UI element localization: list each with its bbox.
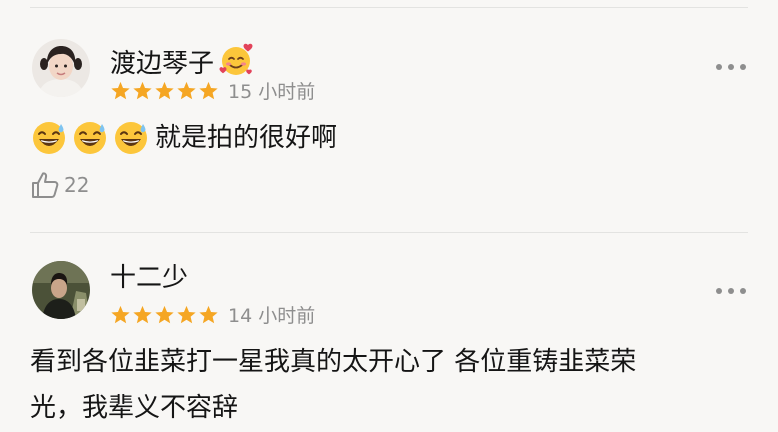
star-icon <box>154 305 175 325</box>
star-icon <box>132 81 153 101</box>
rating-stars <box>110 81 219 101</box>
sweat-smile-icon <box>30 119 68 157</box>
more-options-button[interactable] <box>716 286 746 296</box>
dot <box>740 288 746 294</box>
star-icon <box>176 81 197 101</box>
review-item: 十二少 14 小时前 看到各位韭菜打一星我真的太开心了 各位重铸韭菜荣 光，我辈… <box>0 232 778 423</box>
star-icon <box>110 81 131 101</box>
star-icon <box>154 81 175 101</box>
thumbs-up-icon <box>30 170 60 200</box>
star-icon <box>198 81 219 101</box>
review-content: 就是拍的很好啊 <box>30 118 337 158</box>
dot <box>716 288 722 294</box>
avatar[interactable] <box>32 261 90 319</box>
review-time: 14 小时前 <box>228 305 316 327</box>
like-button[interactable]: 22 <box>30 170 89 200</box>
username[interactable]: 十二少 <box>110 262 188 294</box>
star-icon <box>110 305 131 325</box>
dot <box>728 288 734 294</box>
review-text: 就是拍的很好啊 <box>155 123 338 153</box>
sweat-smile-icon <box>71 119 109 157</box>
review-text-line: 光，我辈义不容辞 <box>30 393 239 423</box>
avatar[interactable] <box>32 39 90 97</box>
username[interactable]: 渡边琴子 <box>110 42 254 86</box>
dot <box>728 64 734 70</box>
review-time: 15 小时前 <box>228 81 316 103</box>
sweat-smile-icon <box>112 119 150 157</box>
review-text: 看到各位韭菜打一星我真的太开心了 各位重铸韭菜荣 光，我辈义不容辞 <box>30 338 748 432</box>
more-options-button[interactable] <box>716 62 746 72</box>
dot <box>740 64 746 70</box>
star-icon <box>198 305 219 325</box>
rating-stars <box>110 305 219 325</box>
review-item: 渡边琴子 15 小时前 就是拍的很好啊 22 <box>0 0 778 232</box>
dot <box>716 64 722 70</box>
star-icon <box>176 305 197 325</box>
like-count: 22 <box>64 173 90 197</box>
star-icon <box>132 305 153 325</box>
review-text-line: 看到各位韭菜打一星我真的太开心了 各位重铸韭菜荣 <box>30 347 637 377</box>
smiling-face-with-hearts-icon <box>218 42 254 86</box>
